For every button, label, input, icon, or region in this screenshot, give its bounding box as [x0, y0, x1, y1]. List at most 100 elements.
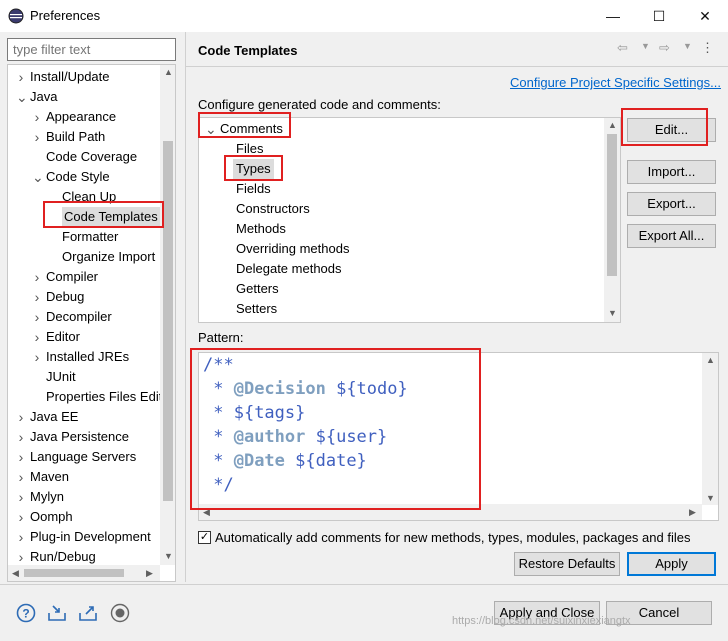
tree-item[interactable]: › Compiler — [8, 267, 160, 287]
scroll-down-icon[interactable]: ▼ — [706, 493, 715, 503]
back-menu-icon[interactable]: ▼ — [641, 41, 650, 51]
template-item[interactable]: Types — [199, 159, 604, 179]
template-variable: ${date} — [284, 451, 367, 471]
tree-item[interactable]: Clean Up — [8, 187, 160, 207]
tree-item[interactable]: Code Coverage — [8, 147, 160, 167]
template-item[interactable]: Setters — [199, 299, 604, 319]
tree-item[interactable]: Organize Import — [8, 247, 160, 267]
export-all-button[interactable]: Export All... — [627, 224, 716, 248]
tree-item[interactable]: Code Templates — [8, 207, 160, 227]
tree-item[interactable]: › Appearance — [8, 107, 160, 127]
tree-item[interactable]: › Plug-in Development — [8, 527, 160, 547]
restore-defaults-button[interactable]: Restore Defaults — [514, 552, 620, 576]
collapsed-chevron-icon[interactable]: › — [16, 427, 26, 447]
scroll-left-icon[interactable]: ◀ — [12, 568, 19, 579]
scrollbar-thumb[interactable] — [607, 134, 617, 276]
tree-item[interactable]: › Maven — [8, 467, 160, 487]
collapsed-chevron-icon[interactable]: › — [16, 447, 26, 467]
record-icon[interactable] — [110, 603, 130, 623]
expanded-chevron-icon[interactable]: ⌄ — [32, 167, 44, 187]
template-item[interactable]: Constructors — [199, 199, 604, 219]
auto-comments-checkbox[interactable]: ✓ — [198, 531, 211, 544]
tree-item-label: Build Path — [46, 129, 106, 144]
scrollbar-thumb[interactable] — [24, 569, 124, 577]
configure-project-settings-link[interactable]: Configure Project Specific Settings... — [510, 75, 721, 90]
collapsed-chevron-icon[interactable]: › — [32, 327, 42, 347]
tree-item[interactable]: › Installed JREs — [8, 347, 160, 367]
tree-item[interactable]: ⌄ Code Style — [8, 167, 160, 187]
pattern-vertical-scrollbar[interactable]: ▲ ▼ — [702, 353, 718, 505]
pattern-horizontal-scrollbar[interactable]: ◀ ▶ — [199, 504, 702, 520]
collapsed-chevron-icon[interactable]: › — [32, 347, 42, 367]
tree-vertical-scrollbar[interactable]: ▲ ▼ — [160, 65, 175, 565]
import-icon[interactable] — [47, 603, 67, 623]
scroll-right-icon[interactable]: ▶ — [689, 507, 696, 518]
expanded-chevron-icon[interactable]: ⌄ — [205, 119, 217, 139]
tree-item[interactable]: › Install/Update — [8, 67, 160, 87]
tree-item[interactable]: › Oomph — [8, 507, 160, 527]
edit-button[interactable]: Edit... — [627, 118, 716, 142]
export-icon[interactable] — [78, 603, 98, 623]
forward-icon[interactable]: ⇨ — [659, 40, 670, 56]
expanded-chevron-icon[interactable]: ⌄ — [16, 87, 28, 107]
collapsed-chevron-icon[interactable]: › — [16, 467, 26, 487]
scrollbar-thumb[interactable] — [163, 141, 173, 501]
apply-button[interactable]: Apply — [627, 552, 716, 576]
template-item-label: Overriding methods — [236, 241, 350, 256]
filter-input[interactable] — [7, 38, 176, 61]
tree-item[interactable]: › Decompiler — [8, 307, 160, 327]
template-item[interactable]: ⌄ Comments — [199, 119, 604, 139]
templates-scrollbar[interactable]: ▲ ▼ — [604, 118, 620, 322]
collapsed-chevron-icon[interactable]: › — [16, 487, 26, 507]
collapsed-chevron-icon[interactable]: › — [32, 287, 42, 307]
forward-menu-icon[interactable]: ▼ — [683, 41, 692, 51]
template-item[interactable]: Fields — [199, 179, 604, 199]
template-item[interactable]: Delegate methods — [199, 259, 604, 279]
collapsed-chevron-icon[interactable]: › — [16, 67, 26, 87]
collapsed-chevron-icon[interactable]: › — [32, 107, 42, 127]
scroll-up-icon[interactable]: ▲ — [164, 67, 173, 77]
tree-item[interactable]: › Mylyn — [8, 487, 160, 507]
template-item[interactable]: Methods — [199, 219, 604, 239]
scroll-left-icon[interactable]: ◀ — [203, 507, 210, 518]
scroll-up-icon[interactable]: ▲ — [608, 120, 617, 130]
collapsed-chevron-icon[interactable]: › — [16, 407, 26, 427]
tree-item[interactable]: JUnit — [8, 367, 160, 387]
template-item[interactable]: Overriding methods — [199, 239, 604, 259]
minimize-button[interactable]: — — [590, 0, 636, 32]
tree-item[interactable]: › Language Servers — [8, 447, 160, 467]
back-icon[interactable]: ⇦ — [617, 40, 628, 56]
tree-item[interactable]: › Run/Debug — [8, 547, 160, 567]
collapsed-chevron-icon[interactable]: › — [32, 307, 42, 327]
tree-item[interactable]: Formatter — [8, 227, 160, 247]
scroll-down-icon[interactable]: ▼ — [164, 551, 173, 561]
import-button[interactable]: Import... — [627, 160, 716, 184]
close-button[interactable]: ✕ — [682, 0, 728, 32]
collapsed-chevron-icon[interactable]: › — [16, 547, 26, 567]
scroll-up-icon[interactable]: ▲ — [706, 355, 715, 365]
tree-item[interactable]: › Debug — [8, 287, 160, 307]
tree-item[interactable]: Properties Files Edit — [8, 387, 162, 407]
pattern-editor[interactable]: /** * @Decision ${todo} * ${tags} * @aut… — [198, 352, 719, 521]
tree-horizontal-scrollbar[interactable]: ◀ ▶ — [8, 565, 160, 581]
eclipse-app-icon — [8, 8, 24, 24]
view-menu-icon[interactable]: ⋮ — [701, 40, 714, 56]
tree-item[interactable]: › Java Persistence — [8, 427, 160, 447]
template-item[interactable]: Files — [199, 139, 604, 159]
comment-prefix: * — [203, 427, 234, 447]
export-button[interactable]: Export... — [627, 192, 716, 216]
collapsed-chevron-icon[interactable]: › — [16, 527, 26, 547]
scroll-right-icon[interactable]: ▶ — [146, 568, 153, 579]
tree-item[interactable]: › Build Path — [8, 127, 160, 147]
pane-divider[interactable] — [185, 32, 186, 582]
collapsed-chevron-icon[interactable]: › — [16, 507, 26, 527]
maximize-button[interactable]: ☐ — [636, 0, 682, 32]
template-item[interactable]: Getters — [199, 279, 604, 299]
tree-item[interactable]: › Editor — [8, 327, 160, 347]
help-icon[interactable]: ? — [16, 603, 36, 623]
tree-item[interactable]: ⌄ Java — [8, 87, 160, 107]
collapsed-chevron-icon[interactable]: › — [32, 127, 42, 147]
tree-item[interactable]: › Java EE — [8, 407, 160, 427]
collapsed-chevron-icon[interactable]: › — [32, 267, 42, 287]
scroll-down-icon[interactable]: ▼ — [608, 308, 617, 318]
